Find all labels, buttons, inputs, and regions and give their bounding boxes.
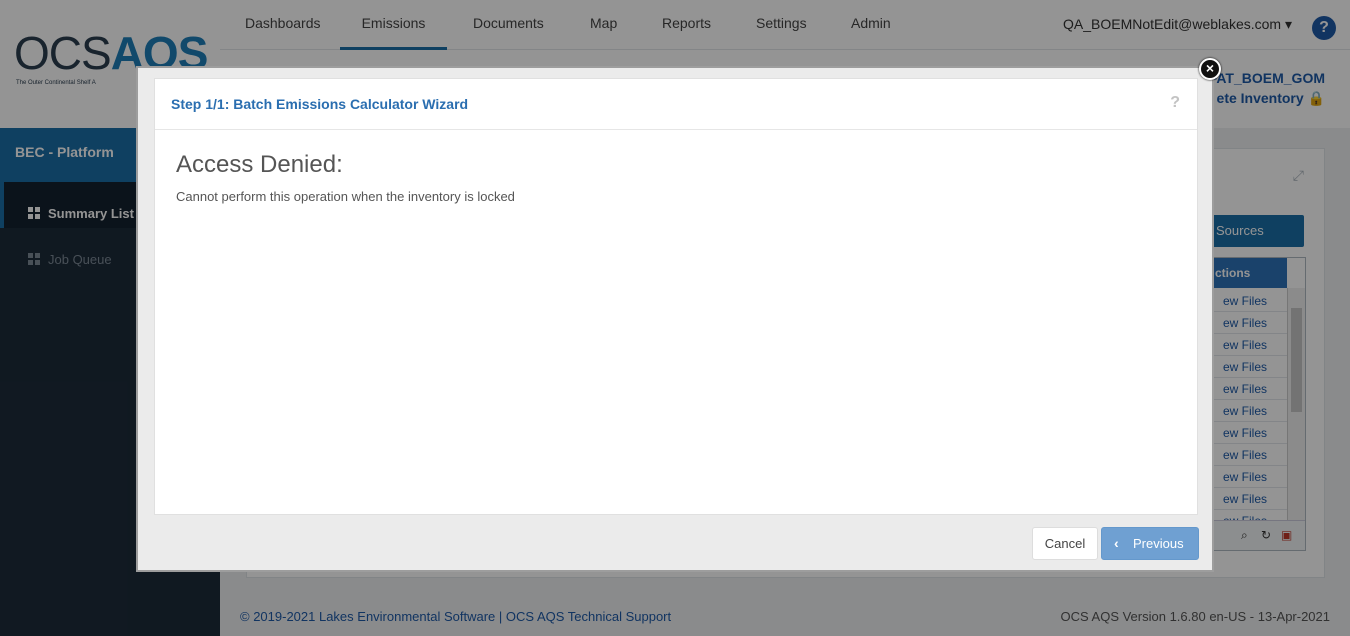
access-denied-heading: Access Denied: <box>176 151 343 178</box>
help-icon[interactable]: ? <box>1170 94 1180 112</box>
previous-label: Previous <box>1133 536 1184 551</box>
dialog-header: Step 1/1: Batch Emissions Calculator Wiz… <box>155 79 1197 130</box>
close-icon[interactable]: × <box>1199 58 1221 80</box>
previous-button[interactable]: ‹ Previous <box>1101 527 1199 560</box>
dialog-title: Step 1/1: Batch Emissions Calculator Wiz… <box>171 96 469 112</box>
dialog-content: Step 1/1: Batch Emissions Calculator Wiz… <box>154 78 1198 515</box>
access-denied-message: Cannot perform this operation when the i… <box>176 189 515 204</box>
chevron-left-icon: ‹ <box>1114 535 1119 551</box>
batch-calculator-dialog: Step 1/1: Batch Emissions Calculator Wiz… <box>136 66 1214 572</box>
cancel-button[interactable]: Cancel <box>1032 527 1098 560</box>
